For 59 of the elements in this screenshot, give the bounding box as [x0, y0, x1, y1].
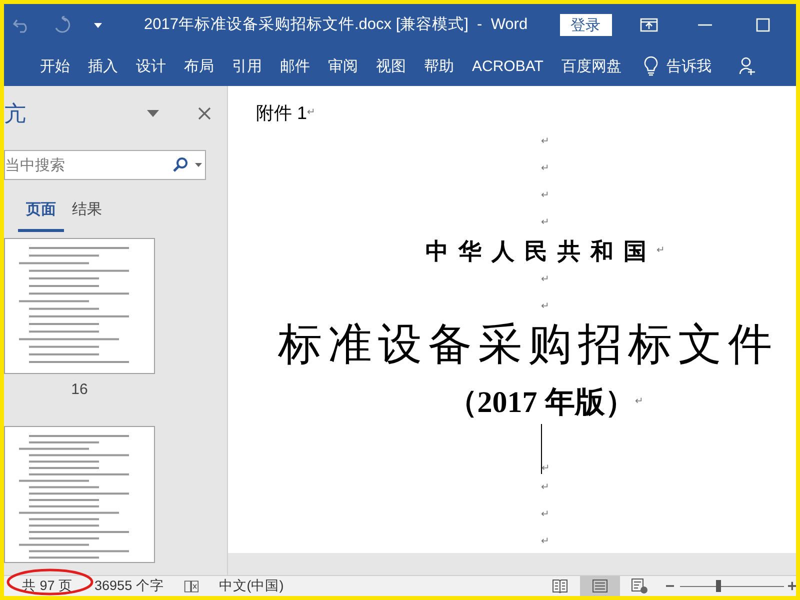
ribbon-display-icon[interactable] [640, 18, 658, 32]
paragraph-mark: ↵ [541, 136, 549, 146]
ribbon-tab[interactable]: 开始 [33, 58, 77, 74]
page-thumbnail[interactable] [4, 426, 155, 563]
ribbon-tab[interactable]: 邮件 [273, 58, 317, 74]
pane-title: 亢 [4, 102, 26, 124]
ribbon-tab[interactable]: 引用 [225, 58, 269, 74]
word-count[interactable]: 36955 个字 [94, 576, 164, 596]
lightbulb-icon [644, 56, 658, 76]
text-cursor [540, 424, 542, 474]
maximize-icon[interactable] [756, 18, 770, 32]
body-text: 附件 1 [256, 102, 308, 124]
paragraph-mark: ↵ [541, 302, 549, 312]
minimize-icon[interactable] [698, 24, 712, 26]
paragraph-mark: ↵ [541, 164, 549, 174]
proofing-icon[interactable] [184, 578, 199, 594]
paragraph-mark: ↵ [541, 536, 549, 546]
pane-tab[interactable]: 页面 [18, 192, 64, 232]
add-person-icon[interactable] [739, 57, 756, 75]
paragraph-mark: ↵ [307, 108, 316, 118]
search-icon[interactable] [172, 157, 188, 173]
sign-in-button[interactable]: 登录 [560, 14, 612, 36]
page-thumbnail[interactable] [4, 238, 155, 374]
ribbon-tab[interactable]: 插入 [81, 58, 125, 74]
paragraph-mark: ↵ [541, 190, 549, 200]
language-label[interactable]: 中文(中国) [218, 576, 284, 596]
zoom-in-icon[interactable] [788, 581, 796, 591]
ribbon-tab[interactable]: 设计 [129, 58, 173, 74]
globe-page-icon [630, 578, 649, 594]
document-subtitle: （2017 年版） [447, 384, 635, 420]
ribbon-tab[interactable]: 审阅 [321, 58, 365, 74]
ribbon-tab[interactable]: 百度网盘 [554, 58, 628, 74]
zoom-slider-thumb[interactable] [716, 580, 722, 592]
ribbon-tab[interactable]: 帮助 [417, 58, 461, 74]
ribbon-tab[interactable]: 布局 [177, 58, 221, 74]
heading-text: 中华人民共和国 [426, 236, 656, 266]
page-lines-icon [592, 579, 608, 593]
paragraph-mark: ↵ [541, 274, 549, 284]
zoom-slider[interactable] [680, 580, 784, 592]
caret-icon[interactable] [195, 163, 202, 167]
paragraph-mark: ↵ [656, 246, 664, 256]
document-title: 标准设备采购招标文件 [278, 323, 778, 367]
paragraph-mark: ↵ [541, 482, 549, 492]
book-icon [552, 579, 568, 593]
caret-icon[interactable] [94, 21, 102, 29]
paragraph-mark: ↵ [541, 218, 549, 228]
pane-tab[interactable]: 结果 [64, 192, 110, 232]
page-number: 16 [71, 380, 88, 400]
search-field[interactable]: 当中搜索 [4, 150, 206, 180]
ribbon-tab[interactable]: ACROBAT [465, 58, 550, 74]
paragraph-mark: ↵ [541, 510, 549, 520]
window-title: 2017年标准设备采购招标文件.docx [兼容模式] - Word [144, 15, 528, 36]
ribbon-tab[interactable]: 视图 [369, 58, 413, 74]
paragraph-mark: ↵ [542, 464, 550, 474]
paragraph-mark: ↵ [634, 397, 643, 407]
close-icon[interactable] [198, 107, 211, 120]
dropdown-caret-icon[interactable] [147, 110, 159, 117]
view-button[interactable] [580, 576, 620, 596]
tell-me-button[interactable]: 告诉我 [666, 58, 712, 74]
